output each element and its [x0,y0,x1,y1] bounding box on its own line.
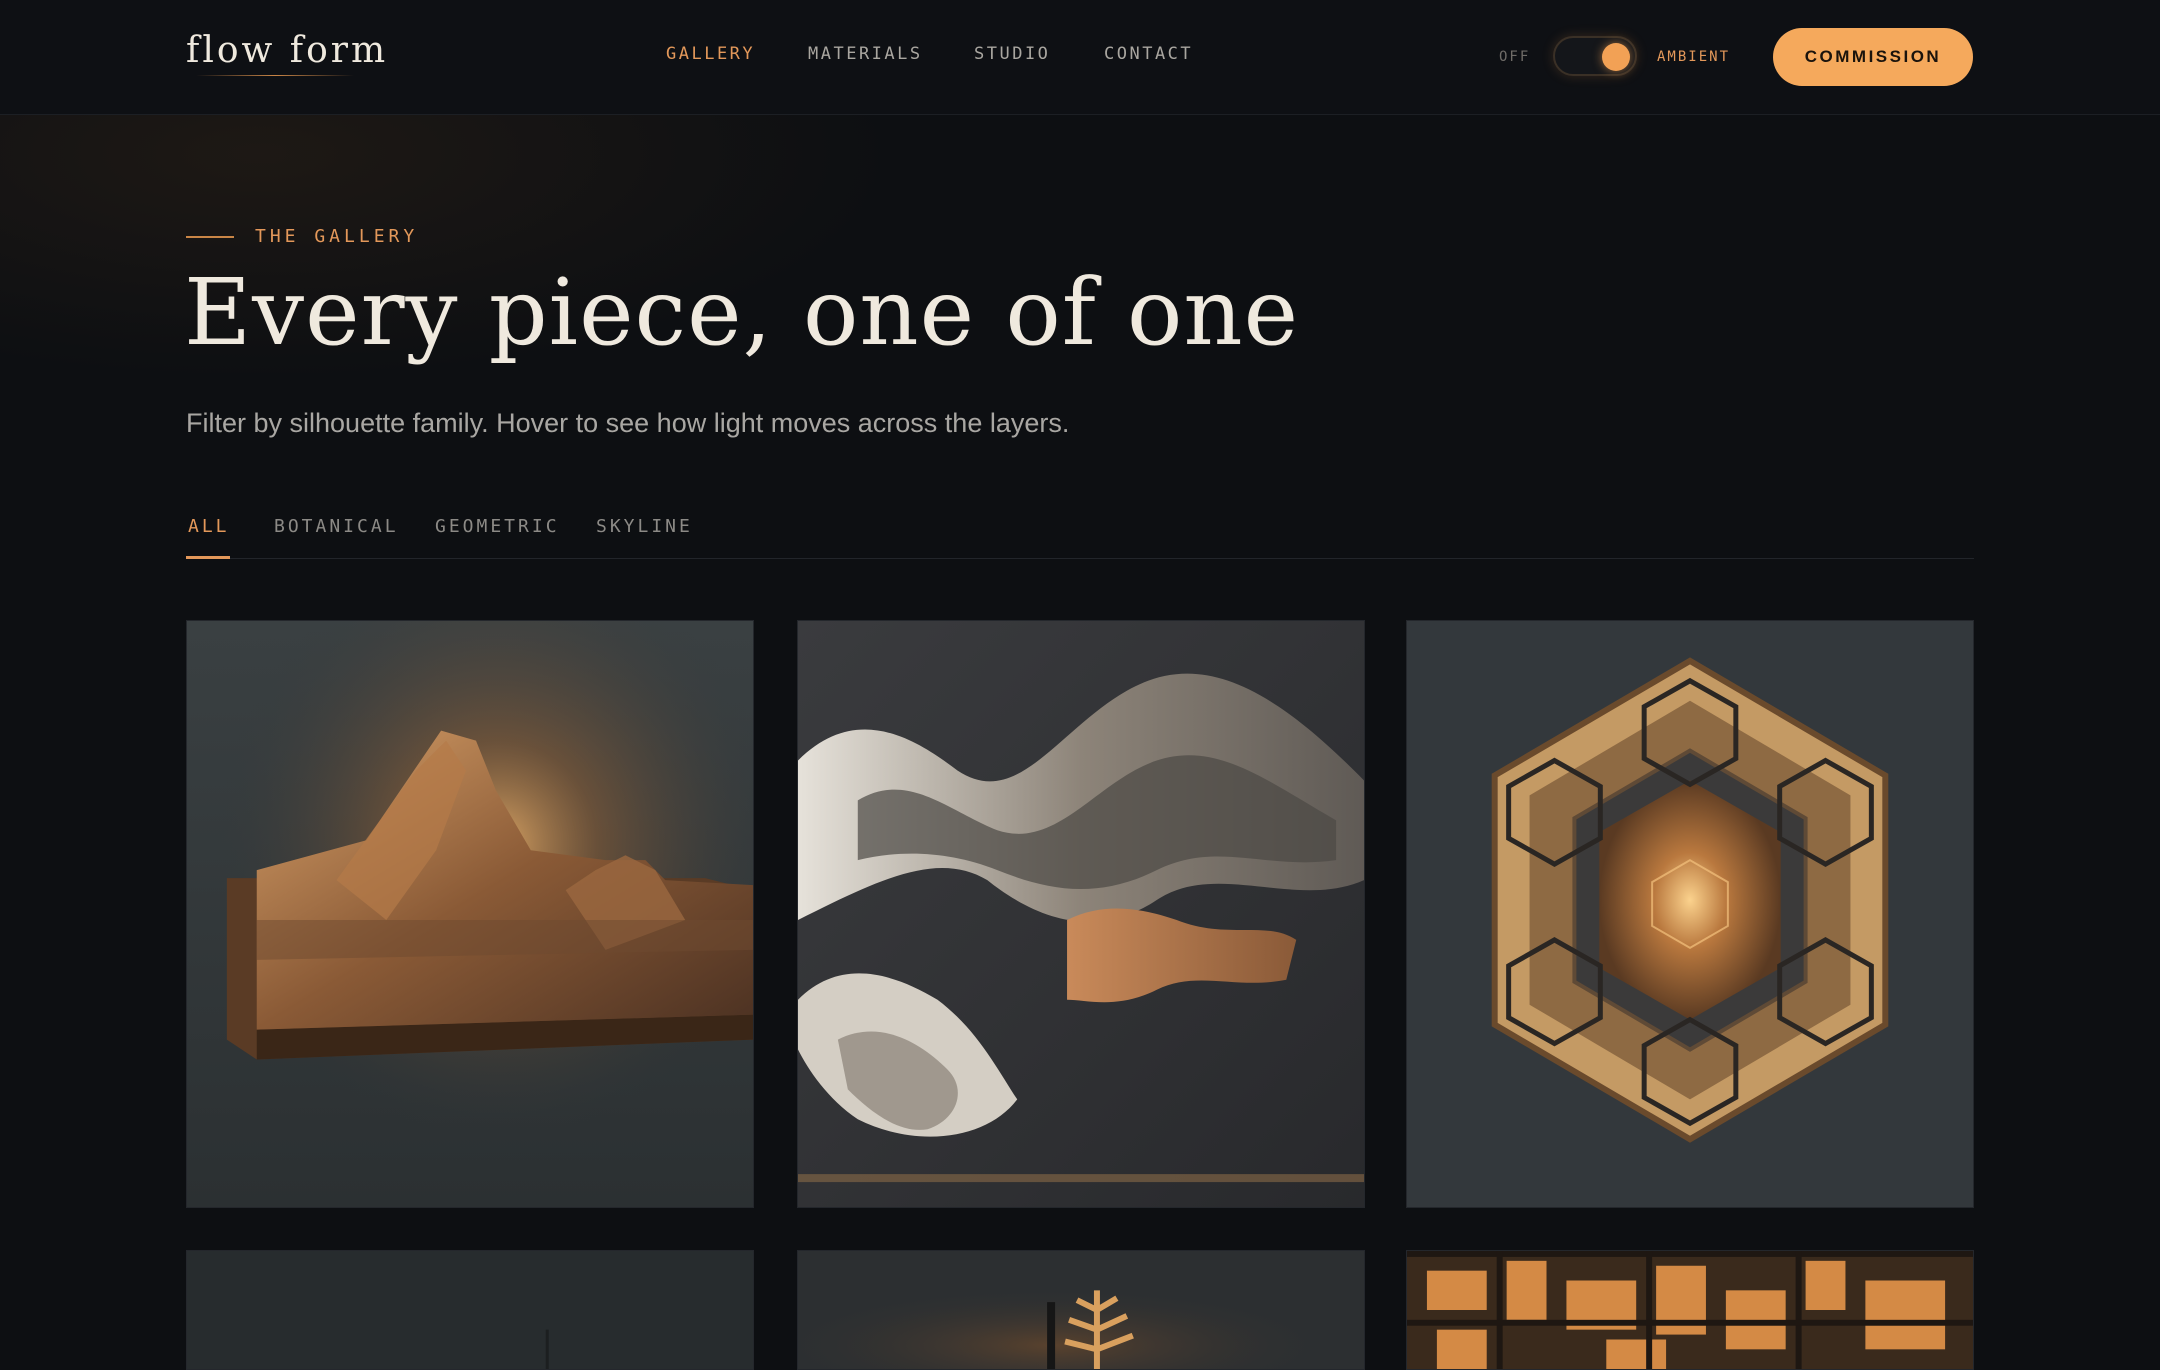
site-header: flow form GALLERY MATERIALS STUDIO CONTA… [0,0,2160,115]
page-subtitle: Filter by silhouette family. Hover to se… [186,408,1070,438]
dark-panel-image [187,1251,753,1369]
page-title: Every piece, one of one [184,259,1300,366]
gallery-card-mountain[interactable] [186,620,754,1208]
ambient-toggle-off-label: OFF [1499,49,1531,65]
filter-all[interactable]: ALL [188,516,230,537]
filter-tabs-rule [186,558,1974,559]
commission-button[interactable]: COMMISSION [1773,28,1973,86]
filter-active-underline [186,556,230,559]
filter-botanical[interactable]: BOTANICAL [274,516,399,537]
filter-skyline[interactable]: SKYLINE [596,516,693,537]
ambient-toggle-on-label: AMBIENT [1657,49,1731,65]
skyline-grid-image [1407,1251,1973,1369]
mountain-relief-image [187,621,753,1207]
logo-underline [196,75,354,76]
nav-materials[interactable]: MATERIALS [808,44,923,64]
gallery-card-wave[interactable] [797,620,1365,1208]
nav-studio[interactable]: STUDIO [974,44,1050,64]
nav-gallery[interactable]: GALLERY [666,44,755,64]
filter-geometric[interactable]: GEOMETRIC [435,516,560,537]
logo[interactable]: flow form [186,30,388,71]
section-eyebrow: THE GALLERY [255,226,419,247]
gallery-card-dark-panel[interactable] [186,1250,754,1370]
gallery-card-fern[interactable] [797,1250,1365,1370]
ambient-toggle-knob [1602,43,1630,71]
nav-contact[interactable]: CONTACT [1104,44,1193,64]
fern-silhouette-image [798,1251,1364,1369]
gallery-card-skyline[interactable] [1406,1250,1974,1370]
gallery-card-hexagon[interactable] [1406,620,1974,1208]
ambient-toggle[interactable] [1553,36,1637,76]
hexagon-lattice-image [1407,621,1973,1207]
eyebrow-line [186,236,234,238]
wave-relief-image [798,621,1364,1207]
